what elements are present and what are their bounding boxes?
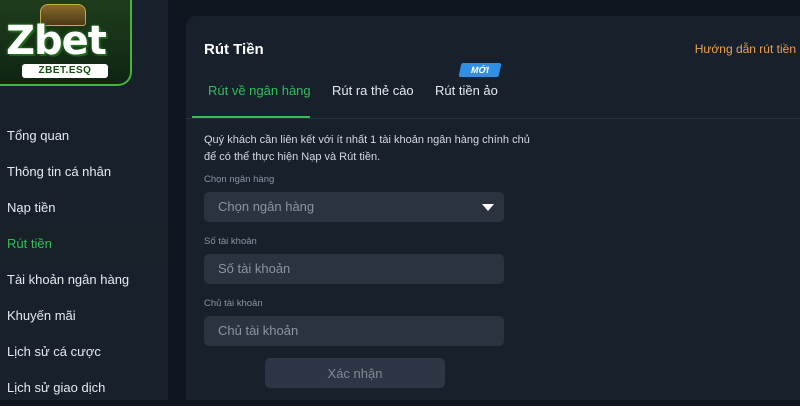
sidebar-item-bet-history[interactable]: Lịch sử cá cược	[0, 334, 168, 370]
sidebar-item-bank-account[interactable]: Tài khoản ngân hàng	[0, 262, 168, 298]
zbet-logo[interactable]: Zbet ZBET.ESQ	[0, 0, 132, 86]
logo-wordmark: Zbet	[6, 18, 107, 64]
logo-subtext: ZBET.ESQ	[22, 64, 108, 78]
tabs-divider	[186, 118, 800, 119]
caret-down-icon	[482, 204, 494, 211]
account-number-input[interactable]	[204, 254, 504, 284]
tab-withdraw-to-card[interactable]: Rút ra thẻ cào	[332, 78, 414, 112]
sidebar-item-promotions[interactable]: Khuyến mãi	[0, 298, 168, 334]
withdraw-tabs: Rút về ngân hàng Rút ra thẻ cào Rút tiền…	[186, 63, 800, 119]
tab-withdraw-to-bank[interactable]: Rút về ngân hàng	[208, 78, 311, 112]
page-title: Rút Tiền	[204, 41, 264, 58]
sidebar-item-deposit[interactable]: Nạp tiền	[0, 190, 168, 226]
bank-select-value: Chọn ngân hàng	[218, 199, 315, 214]
bank-link-notice: Quý khách cần liên kết với ít nhất 1 tài…	[204, 134, 530, 163]
sidebar-item-transaction-history[interactable]: Lịch sử giao dịch	[0, 370, 168, 406]
bank-select[interactable]: Chọn ngân hàng	[204, 192, 504, 222]
confirm-button[interactable]: Xác nhận	[265, 358, 445, 388]
bank-select-label: Chọn ngân hàng	[204, 174, 275, 185]
account-number-label: Số tài khoản	[204, 236, 257, 247]
sidebar-item-overview[interactable]: Tổng quan	[0, 118, 168, 154]
new-badge: MỚI	[458, 63, 502, 77]
withdraw-panel: Rút Tiền Hướng dẫn rút tiền Rút về ngân …	[186, 16, 800, 400]
sidebar-item-profile[interactable]: Thông tin cá nhân	[0, 154, 168, 190]
sidebar: Zbet ZBET.ESQ Tổng quan Thông tin cá nhâ…	[0, 0, 168, 400]
account-holder-input[interactable]	[204, 316, 504, 346]
sidebar-item-withdraw[interactable]: Rút tiền	[0, 226, 168, 262]
tab-withdraw-crypto[interactable]: Rút tiền ảo	[435, 78, 498, 112]
sidebar-nav: Tổng quan Thông tin cá nhân Nạp tiền Rút…	[0, 118, 168, 406]
account-holder-label: Chủ tài khoản	[204, 298, 263, 309]
withdraw-guide-link[interactable]: Hướng dẫn rút tiền	[695, 42, 796, 56]
